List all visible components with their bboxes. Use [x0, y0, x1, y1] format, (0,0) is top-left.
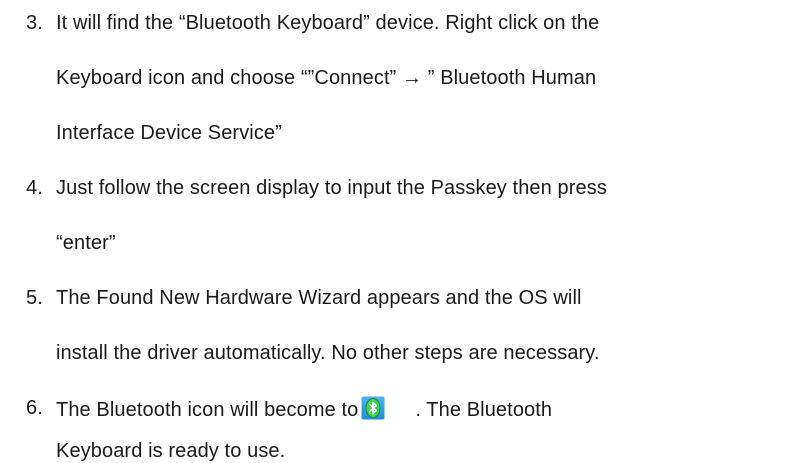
- step-number: 3.: [26, 12, 43, 34]
- step-text-line: Keyboard icon and choose “”Connect” → ” …: [56, 67, 597, 89]
- step-number: 5.: [26, 287, 43, 309]
- step-text-line: Just follow the screen display to input …: [56, 177, 607, 199]
- step-number: 6.: [26, 397, 43, 419]
- step-text-after-icon: . The Bluetooth: [415, 399, 553, 421]
- step-number: 4.: [26, 177, 43, 199]
- step-text-line: “enter”: [56, 232, 116, 254]
- bluetooth-icon: [361, 396, 385, 420]
- step-text-line: The Bluetooth icon will become to . The …: [56, 396, 552, 422]
- step-text-line: Keyboard is ready to use.: [56, 440, 286, 462]
- step-text-before-icon: The Bluetooth icon will become to: [56, 399, 359, 421]
- step-text-line: Interface Device Service”: [56, 122, 282, 144]
- step-text-line: install the driver automatically. No oth…: [56, 342, 600, 364]
- instruction-page: 3. It will find the “Bluetooth Keyboard”…: [0, 0, 786, 462]
- step-text-line: The Found New Hardware Wizard appears an…: [56, 287, 582, 309]
- step-text-line: It will find the “Bluetooth Keyboard” de…: [56, 12, 600, 34]
